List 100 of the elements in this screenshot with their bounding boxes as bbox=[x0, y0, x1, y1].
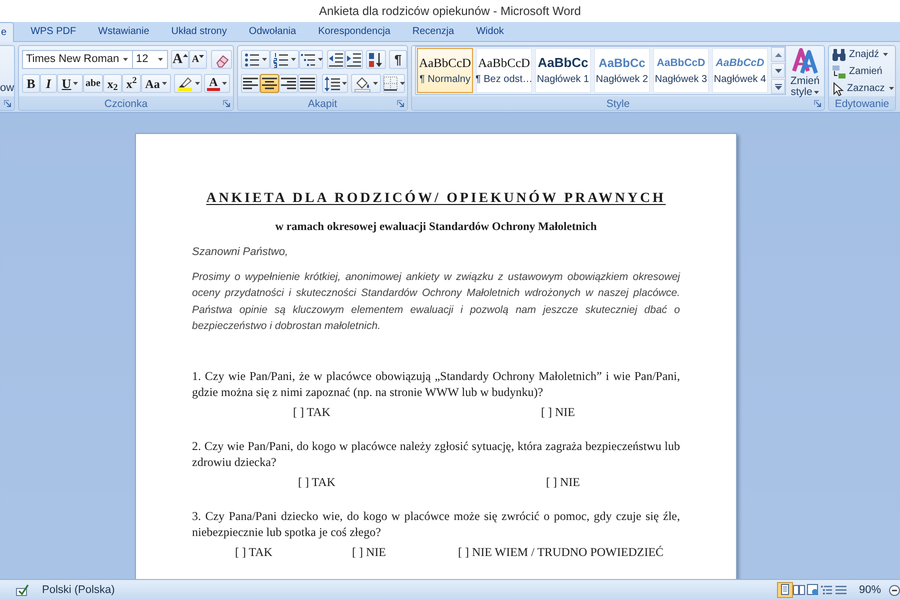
caret-icon[interactable] bbox=[73, 82, 78, 85]
highlight-button[interactable] bbox=[174, 74, 202, 93]
bold-button[interactable]: B bbox=[22, 74, 40, 93]
ribbon-tab[interactable]: WPS PDF bbox=[20, 22, 88, 41]
change-case-button[interactable]: Aa bbox=[141, 74, 171, 93]
question-text: 2. Czy wie Pan/Pani, do kogo w placówce należy zgłosić sytuację, która zagraża bezpieczeństwu lub zdrowiu dziecka? bbox=[192, 438, 680, 470]
style-tile[interactable]: AaBbCcD ¶ Normalny bbox=[417, 48, 473, 93]
ribbon-tab[interactable]: Widok bbox=[465, 22, 515, 41]
clear-formatting-button[interactable] bbox=[211, 50, 232, 69]
gallery-up-button[interactable] bbox=[771, 47, 785, 62]
down-triangle-icon bbox=[774, 68, 782, 72]
align-left-button[interactable] bbox=[241, 74, 260, 93]
gallery-down-button[interactable] bbox=[771, 63, 785, 78]
grow-font-button[interactable]: A bbox=[171, 50, 189, 69]
font-size-field[interactable]: 12 bbox=[133, 50, 168, 69]
align-right-button[interactable] bbox=[279, 74, 298, 93]
ribbon-tab[interactable]: Korespondencja bbox=[307, 22, 402, 41]
ribbon-tab[interactable]: e bbox=[0, 22, 14, 42]
caret-icon[interactable] bbox=[262, 58, 267, 61]
caret-icon[interactable] bbox=[373, 82, 378, 85]
style-tile[interactable]: AaBbCcD Nagłówek 3 bbox=[653, 48, 709, 93]
color-bar-icon bbox=[207, 88, 220, 91]
web-page-icon[interactable] bbox=[806, 583, 820, 597]
answer-option: [ ] NIE bbox=[352, 545, 386, 560]
caret-icon[interactable] bbox=[222, 82, 227, 85]
corner-arrow-icon[interactable] bbox=[4, 100, 11, 107]
lines-icon[interactable] bbox=[834, 583, 848, 597]
caret-icon[interactable] bbox=[318, 58, 322, 61]
cursor-icon bbox=[832, 82, 844, 96]
ribbon-menu-button[interactable]: Zaznacz bbox=[831, 80, 895, 97]
style-tile[interactable]: AaBbCcD ¶ Bez odst… bbox=[476, 48, 532, 93]
highlighter-icon bbox=[176, 76, 192, 91]
caret-icon[interactable] bbox=[194, 82, 200, 85]
caret-icon[interactable] bbox=[291, 58, 296, 61]
corner-arrow-icon[interactable] bbox=[223, 100, 230, 107]
ribbon-tab[interactable]: Wstawianie bbox=[87, 22, 160, 41]
two-pages-icon[interactable] bbox=[792, 583, 806, 597]
style-tile[interactable]: AaBbCcD Nagłówek 4 bbox=[712, 48, 768, 93]
group-label: Style bbox=[606, 98, 630, 111]
shrink-font-button[interactable]: A bbox=[189, 50, 207, 69]
caret-icon[interactable] bbox=[814, 90, 820, 94]
language-status[interactable]: Polski (Polska) bbox=[42, 582, 115, 598]
style-tile[interactable]: AaBbCc Nagłówek 1 bbox=[535, 48, 591, 93]
question-text: 1. Czy wie Pan/Pani, że w placówce obowiązują „Standardy Ochrony Małoletnich” i wie Pan/Pani, gdzie można się z nimi zapoznać (np. na stronie WWW lub w budynku)? bbox=[192, 368, 680, 400]
style-tile[interactable]: AaBbCc Nagłówek 2 bbox=[594, 48, 650, 93]
italic-button[interactable]: I bbox=[40, 74, 57, 93]
increase-indent-button[interactable] bbox=[345, 50, 363, 69]
borders-icon bbox=[383, 76, 398, 91]
ribbon-tab[interactable]: Odwołania bbox=[238, 22, 308, 41]
align-center-button[interactable] bbox=[260, 74, 279, 93]
ribbon-menu-button[interactable]: Zamień bbox=[831, 63, 895, 80]
answer-option: [ ] NIE bbox=[546, 475, 580, 490]
align-right-icon bbox=[281, 77, 296, 90]
sort-button[interactable] bbox=[366, 50, 386, 69]
show-marks-button[interactable]: ¶ bbox=[389, 50, 407, 69]
up-caret-icon bbox=[182, 54, 188, 57]
answer-option: [ ] TAK bbox=[298, 475, 336, 490]
underline-button[interactable]: U bbox=[57, 74, 83, 93]
caret-icon[interactable] bbox=[883, 53, 888, 56]
line-spacing-button[interactable] bbox=[322, 74, 348, 93]
sort-icon bbox=[368, 52, 384, 68]
subscript-button[interactable]: x$_{2}$ bbox=[103, 74, 122, 93]
caret-icon[interactable] bbox=[342, 82, 346, 85]
justify-icon bbox=[300, 77, 315, 90]
font-name-field[interactable]: Times New Roman bbox=[22, 50, 133, 69]
numbering-button[interactable] bbox=[270, 50, 299, 69]
decrease-indent-button[interactable] bbox=[327, 50, 345, 69]
ribbon-menu-button[interactable]: Znajdź bbox=[831, 46, 895, 63]
borders-button[interactable] bbox=[383, 74, 405, 93]
gallery-more-button[interactable] bbox=[771, 79, 785, 94]
outdent-icon bbox=[328, 52, 344, 68]
up-triangle-icon bbox=[774, 52, 782, 56]
caret-icon[interactable] bbox=[123, 58, 128, 61]
bullets-icon bbox=[244, 52, 260, 68]
caret-icon[interactable] bbox=[158, 58, 163, 61]
corner-arrow-icon[interactable] bbox=[397, 100, 404, 107]
caret-icon[interactable] bbox=[162, 82, 167, 85]
down-caret-icon bbox=[199, 55, 204, 58]
shading-button[interactable] bbox=[351, 74, 381, 93]
superscript-button[interactable]: x$^{2}$ bbox=[122, 74, 141, 93]
caret-icon[interactable] bbox=[888, 87, 894, 90]
document-title: ANKIETA DLA RODZICÓW/ OPIEKUNÓW PRAWNYCH bbox=[206, 191, 666, 207]
two-boxes-arrow-icon bbox=[832, 64, 846, 78]
checkmark-icon[interactable] bbox=[16, 584, 29, 596]
justify-button[interactable] bbox=[298, 74, 317, 93]
bullets-button[interactable] bbox=[241, 50, 270, 69]
change-styles-button[interactable]: Zmień style bbox=[787, 46, 823, 98]
caret-icon[interactable] bbox=[400, 82, 405, 85]
ribbon-tab[interactable]: Układ strony bbox=[160, 22, 238, 41]
font-color-button[interactable]: A bbox=[204, 74, 230, 93]
corner-arrow-icon[interactable] bbox=[814, 100, 821, 107]
multilevel-list-button[interactable] bbox=[299, 50, 323, 69]
ribbon-tab[interactable]: Recenzja bbox=[401, 22, 466, 41]
list-icon[interactable] bbox=[820, 583, 834, 597]
strikethrough-button[interactable]: abe bbox=[83, 74, 103, 93]
indent-icon bbox=[346, 52, 362, 68]
paint-bucket-icon bbox=[354, 76, 371, 92]
group-label: Edytowanie bbox=[834, 98, 890, 111]
zoom-out-icon[interactable] bbox=[889, 584, 900, 596]
page-icon[interactable] bbox=[778, 583, 792, 597]
